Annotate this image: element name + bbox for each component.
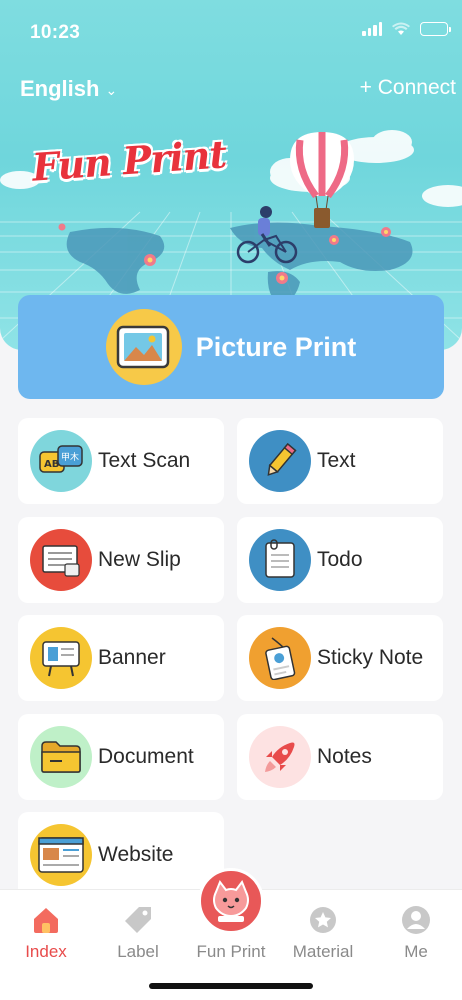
chevron-down-icon: ⌄: [105, 81, 118, 98]
feature-card-new-slip[interactable]: New Slip: [18, 517, 224, 603]
feature-card-text[interactable]: Text: [237, 418, 443, 504]
tab-label: Material: [292, 942, 354, 961]
picture-print-label: Picture Print: [195, 331, 357, 362]
tab-me[interactable]: Me: [370, 890, 462, 965]
feature-card-todo[interactable]: Todo: [237, 517, 443, 603]
svg-text:AB: AB: [44, 459, 59, 470]
feature-card-banner[interactable]: Banner: [18, 615, 224, 701]
pencil-icon: [249, 430, 311, 492]
language-selector[interactable]: English ⌄: [20, 76, 117, 102]
tab-label: Fun Print: [196, 942, 266, 961]
feature-label: Todo: [317, 548, 363, 571]
status-bar: 10:23: [0, 0, 462, 60]
feature-card-document[interactable]: Document: [18, 714, 224, 800]
battery-icon: [420, 22, 451, 36]
slip-icon: [30, 529, 92, 591]
feature-label: Notes: [317, 745, 372, 768]
todo-icon: [249, 529, 311, 591]
cat-icon: [213, 879, 249, 922]
website-icon: [30, 824, 92, 886]
feature-label: Banner: [98, 646, 166, 669]
fun-print-tab-button[interactable]: [198, 868, 264, 934]
status-time: 10:23: [30, 22, 81, 43]
feature-label: Document: [98, 745, 194, 768]
feature-card-text-scan[interactable]: AB 甲木 Text Scan: [18, 418, 224, 504]
sticky-note-icon: [249, 627, 311, 689]
picture-icon: [105, 309, 182, 385]
tab-label-page[interactable]: Label: [92, 890, 184, 965]
text-scan-icon: AB 甲木: [30, 430, 92, 492]
status-icons: [362, 22, 451, 36]
tab-material[interactable]: Material: [277, 890, 369, 965]
tag-icon: [123, 900, 153, 940]
tab-label: Index: [25, 942, 67, 961]
home-icon: [31, 900, 61, 940]
rocket-icon: [249, 726, 311, 788]
feature-label: New Slip: [98, 548, 181, 571]
tab-index[interactable]: Index: [0, 890, 92, 965]
feature-card-sticky-note[interactable]: Sticky Note: [237, 615, 443, 701]
feature-label: Sticky Note: [317, 646, 424, 669]
star-badge-icon: [308, 900, 338, 940]
feature-card-website[interactable]: Website: [18, 812, 224, 898]
feature-label: Text: [317, 449, 356, 472]
feature-label: Website: [98, 843, 174, 866]
svg-text:甲木: 甲木: [61, 451, 79, 463]
tab-label: Label: [117, 942, 159, 961]
picture-print-button[interactable]: Picture Print: [18, 295, 444, 399]
wifi-icon: [392, 22, 410, 35]
banner-icon: [30, 627, 92, 689]
tab-label: Me: [404, 942, 428, 961]
folder-icon: [30, 726, 92, 788]
cellular-signal-icon: [362, 22, 382, 36]
connect-button[interactable]: + Connect: [360, 76, 456, 100]
language-label: English: [20, 76, 100, 101]
feature-label: Text Scan: [98, 449, 191, 472]
user-icon: [401, 900, 431, 940]
feature-card-notes[interactable]: Notes: [237, 714, 443, 800]
home-indicator: [149, 983, 313, 989]
